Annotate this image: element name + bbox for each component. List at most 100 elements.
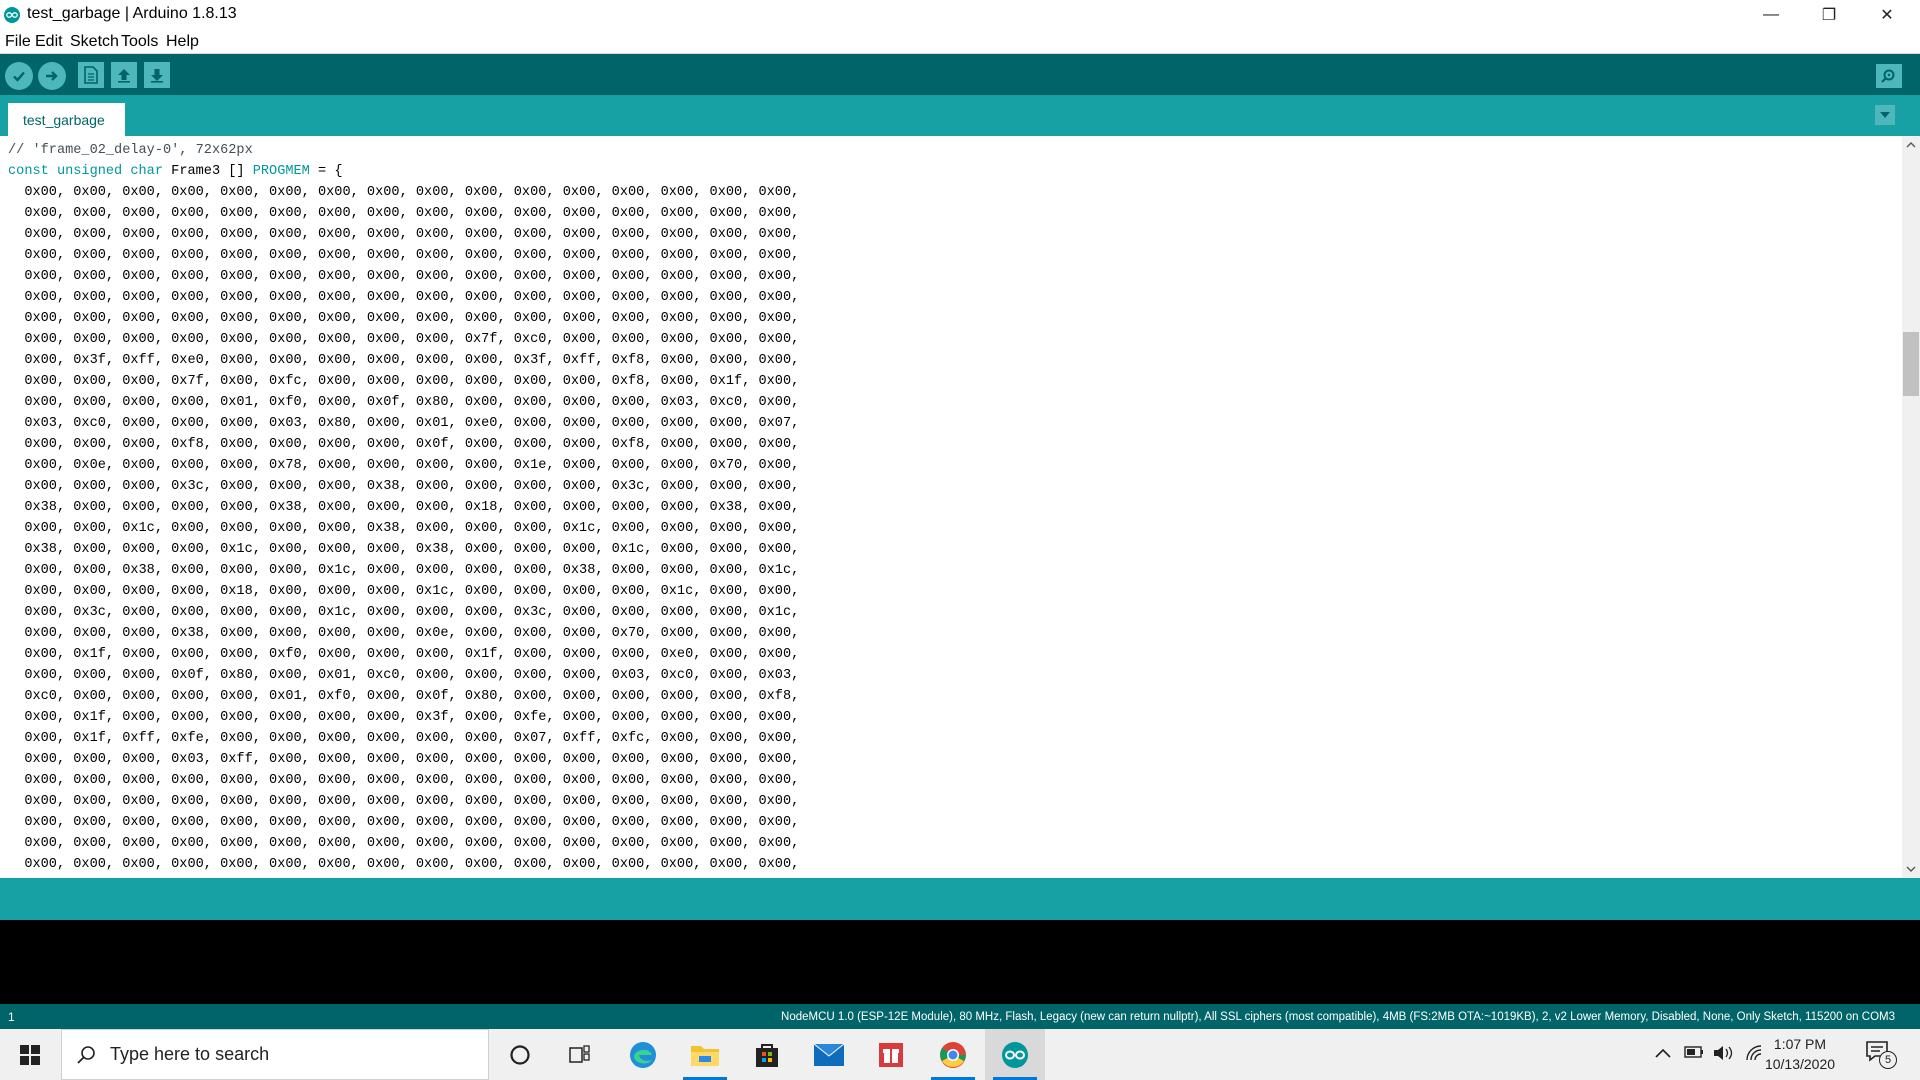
code-line[interactable]: 0x03, 0xc0, 0x00, 0x00, 0x00, 0x03, 0x80… [8, 413, 799, 434]
scroll-down-icon[interactable] [1902, 860, 1920, 878]
arduino-taskbar-button[interactable] [985, 1029, 1045, 1080]
menu-edit[interactable]: Edit [35, 33, 63, 51]
code-line[interactable]: 0x00, 0x00, 0x00, 0x00, 0x00, 0x00, 0x00… [8, 812, 799, 833]
mail-icon [813, 1043, 845, 1066]
code-identifier: Frame3 [] [163, 164, 253, 179]
code-line[interactable]: 0x00, 0x3f, 0xff, 0xe0, 0x00, 0x00, 0x00… [8, 350, 799, 371]
notification-badge: 5 [1879, 1051, 1897, 1069]
code-line[interactable]: 0x00, 0x00, 0x00, 0x00, 0x00, 0x00, 0x00… [8, 329, 799, 350]
code-line[interactable]: 0x00, 0x00, 0x00, 0x00, 0x00, 0x00, 0x00… [8, 245, 799, 266]
new-button[interactable] [78, 62, 104, 88]
code-line[interactable]: 0x00, 0x3c, 0x00, 0x00, 0x00, 0x00, 0x1c… [8, 602, 799, 623]
volume-icon[interactable] [1713, 1045, 1735, 1064]
code-comment: // 'frame_02_delay-0', 72x62px [8, 143, 253, 158]
menu-tools[interactable]: Tools [121, 33, 158, 51]
code-line[interactable]: 0x00, 0x1f, 0xff, 0xfe, 0x00, 0x00, 0x00… [8, 728, 799, 749]
show-hidden-icons-icon[interactable] [1655, 1045, 1671, 1061]
code-line[interactable]: 0x00, 0x00, 0x00, 0x0f, 0x80, 0x00, 0x01… [8, 665, 799, 686]
toolbar [0, 54, 1920, 95]
gift-app-icon [879, 1042, 903, 1067]
code-line[interactable]: 0x00, 0x00, 0x00, 0x03, 0xff, 0x00, 0x00… [8, 749, 799, 770]
title-bar: test_garbage | Arduino 1.8.13 — ❐ ✕ [0, 0, 1920, 30]
clock-date: 10/13/2020 [1764, 1056, 1836, 1072]
tab-bar: test_garbage [0, 95, 1920, 136]
code-line[interactable]: 0x00, 0x00, 0x00, 0x3c, 0x00, 0x00, 0x00… [8, 476, 799, 497]
code-line[interactable]: const unsigned char Frame3 [] PROGMEM = … [8, 161, 342, 182]
code-line[interactable]: 0x00, 0x00, 0x1c, 0x00, 0x00, 0x00, 0x00… [8, 518, 799, 539]
code-line[interactable]: 0x00, 0x00, 0x00, 0x00, 0x00, 0x00, 0x00… [8, 203, 799, 224]
minimize-button[interactable]: — [1742, 0, 1800, 30]
tab-menu-button[interactable] [1875, 105, 1895, 125]
code-line[interactable]: 0x00, 0x1f, 0x00, 0x00, 0x00, 0xf0, 0x00… [8, 644, 799, 665]
verify-button[interactable] [5, 62, 33, 90]
code-editor[interactable]: // 'frame_02_delay-0', 72x62px const unsi… [0, 136, 1902, 878]
editor-scrollbar[interactable] [1902, 136, 1920, 878]
mail-button[interactable] [799, 1029, 859, 1080]
chevron-down-icon [1880, 112, 1890, 118]
menu-help[interactable]: Help [166, 33, 199, 51]
minimize-icon: — [1763, 6, 1779, 23]
code-line[interactable]: 0x38, 0x00, 0x00, 0x00, 0x1c, 0x00, 0x00… [8, 539, 799, 560]
open-button[interactable] [111, 62, 137, 88]
serial-monitor-button[interactable] [1876, 64, 1902, 88]
code-line[interactable]: 0x00, 0x00, 0x00, 0x00, 0x00, 0x00, 0x00… [8, 182, 799, 203]
save-button[interactable] [144, 62, 170, 88]
console-output[interactable] [0, 920, 1920, 1004]
code-line[interactable]: 0x00, 0x00, 0x00, 0x38, 0x00, 0x00, 0x00… [8, 623, 799, 644]
close-icon: ✕ [1880, 7, 1894, 24]
code-line[interactable]: 0x00, 0x00, 0x00, 0x00, 0x18, 0x00, 0x00… [8, 581, 799, 602]
upload-button[interactable] [38, 62, 66, 90]
code-line[interactable]: 0x00, 0x00, 0x00, 0x00, 0x00, 0x00, 0x00… [8, 833, 799, 854]
windows-taskbar: Type here to search 1:07 PM 10/13/2020 5 [0, 1029, 1920, 1080]
code-line[interactable]: 0x00, 0x00, 0x00, 0x00, 0x00, 0x00, 0x00… [8, 854, 799, 875]
notification-center-button[interactable]: 5 [1866, 1041, 1897, 1069]
system-clock[interactable]: 1:07 PM 10/13/2020 [1755, 1034, 1845, 1074]
clock-time: 1:07 PM [1773, 1036, 1827, 1052]
tab-test-garbage[interactable]: test_garbage [8, 103, 125, 136]
code-line[interactable]: 0x00, 0x00, 0x00, 0x00, 0x00, 0x00, 0x00… [8, 287, 799, 308]
code-line[interactable]: 0x00, 0x00, 0x00, 0x00, 0x00, 0x00, 0x00… [8, 308, 799, 329]
menu-file[interactable]: File [5, 33, 31, 51]
code-punctuation: = { [309, 164, 343, 179]
scrollbar-thumb[interactable] [1903, 332, 1919, 396]
arduino-app-icon [4, 7, 20, 23]
store-icon [756, 1043, 778, 1067]
close-button[interactable]: ✕ [1858, 0, 1916, 30]
taskbar-search-box[interactable]: Type here to search [61, 1029, 489, 1080]
edge-button[interactable] [613, 1029, 673, 1080]
edge-icon [630, 1041, 656, 1068]
chrome-button[interactable] [923, 1029, 983, 1080]
code-line[interactable]: 0x00, 0x1f, 0x00, 0x00, 0x00, 0x00, 0x00… [8, 707, 799, 728]
file-explorer-icon [691, 1045, 719, 1066]
arduino-icon [1002, 1041, 1028, 1068]
code-line[interactable]: 0x38, 0x00, 0x00, 0x00, 0x00, 0x38, 0x00… [8, 497, 799, 518]
code-line[interactable]: 0x00, 0x00, 0x00, 0x00, 0x00, 0x00, 0x00… [8, 791, 799, 812]
task-view-icon [569, 1044, 590, 1063]
code-line[interactable]: 0x00, 0x00, 0x00, 0x00, 0x00, 0x00, 0x00… [8, 770, 799, 791]
code-line[interactable]: 0x00, 0x00, 0x00, 0x7f, 0x00, 0xfc, 0x00… [8, 371, 799, 392]
restore-button[interactable]: ❐ [1800, 0, 1858, 30]
code-line[interactable]: 0x00, 0x00, 0x00, 0x00, 0x00, 0x00, 0x00… [8, 266, 799, 287]
gift-app-button[interactable] [861, 1029, 921, 1080]
open-icon [118, 69, 130, 83]
file-explorer-button[interactable] [675, 1029, 735, 1080]
code-line[interactable]: // 'frame_02_delay-0', 72x62px [8, 140, 253, 161]
battery-icon[interactable] [1684, 1045, 1704, 1062]
task-view-button[interactable] [550, 1029, 610, 1080]
window-title: test_garbage | Arduino 1.8.13 [27, 5, 237, 22]
search-icon [77, 1046, 95, 1064]
store-button[interactable] [737, 1029, 797, 1080]
cortana-button[interactable] [490, 1029, 550, 1080]
code-line[interactable]: 0x00, 0x00, 0x00, 0x00, 0x01, 0xf0, 0x00… [8, 392, 799, 413]
start-button[interactable] [0, 1029, 60, 1080]
search-placeholder: Type here to search [110, 1044, 270, 1064]
code-line[interactable]: 0x00, 0x00, 0x00, 0x00, 0x00, 0x00, 0x00… [8, 224, 799, 245]
menu-sketch[interactable]: Sketch [70, 33, 119, 51]
scroll-up-icon[interactable] [1902, 136, 1920, 154]
code-line[interactable]: 0x00, 0x0e, 0x00, 0x00, 0x00, 0x78, 0x00… [8, 455, 799, 476]
code-line[interactable]: 0x00, 0x00, 0x00, 0xf8, 0x00, 0x00, 0x00… [8, 434, 799, 455]
magnifier-icon [1881, 69, 1895, 83]
code-line[interactable]: 0xc0, 0x00, 0x00, 0x00, 0x00, 0x01, 0xf0… [8, 686, 799, 707]
code-line[interactable]: 0x00, 0x00, 0x38, 0x00, 0x00, 0x00, 0x1c… [8, 560, 799, 581]
message-area [0, 878, 1920, 920]
